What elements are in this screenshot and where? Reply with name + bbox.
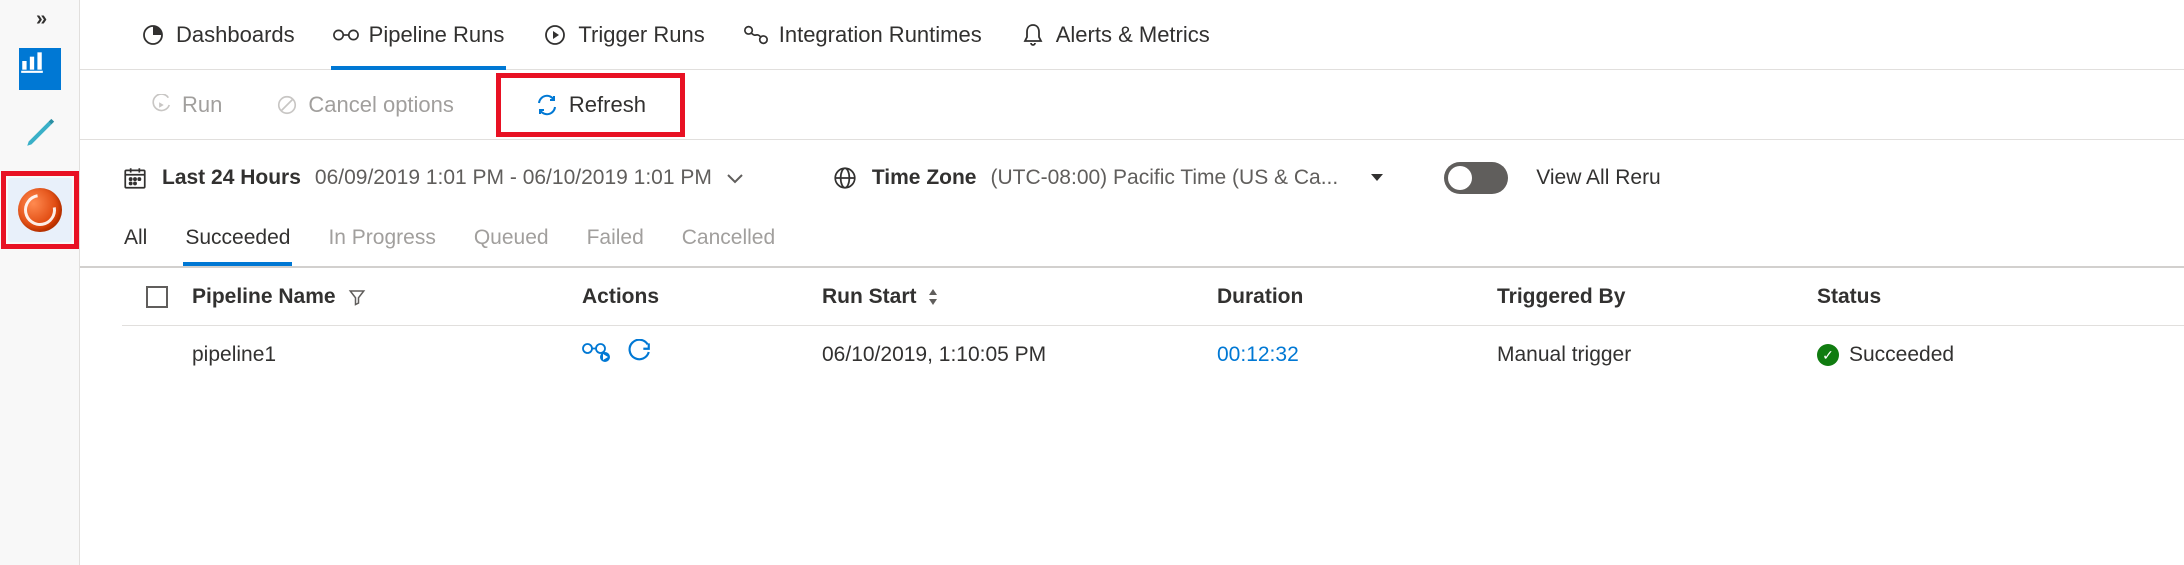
view-run-icon[interactable]	[582, 339, 612, 365]
bell-icon	[1020, 22, 1046, 48]
tab-label: Trigger Runs	[578, 22, 704, 48]
status-tab-in-progress[interactable]: In Progress	[326, 216, 437, 266]
success-icon: ✓	[1817, 344, 1839, 366]
filter-icon[interactable]	[348, 288, 366, 306]
pencil-icon	[23, 116, 57, 150]
expand-icon[interactable]: »	[36, 8, 43, 31]
refresh-highlight: Refresh	[496, 73, 685, 137]
tab-alerts-metrics[interactable]: Alerts & Metrics	[1018, 12, 1212, 70]
tab-label: Alerts & Metrics	[1056, 22, 1210, 48]
status-tab-queued[interactable]: Queued	[472, 216, 551, 266]
select-all-checkbox[interactable]	[146, 286, 168, 308]
cancel-label: Cancel options	[308, 92, 454, 118]
pipeline-icon	[333, 22, 359, 48]
time-range-value[interactable]: 06/09/2019 1:01 PM - 06/10/2019 1:01 PM	[315, 166, 712, 190]
chevron-down-icon[interactable]	[726, 172, 744, 184]
status-filter-tabs: All Succeeded In Progress Queued Failed …	[80, 216, 2184, 268]
sidebar-item-monitor-highlight	[1, 171, 79, 249]
status-cell: Succeeded	[1849, 343, 1954, 367]
tab-label: Pipeline Runs	[369, 22, 505, 48]
sidebar-item-author[interactable]	[14, 107, 66, 159]
status-tab-all[interactable]: All	[122, 216, 149, 266]
col-status[interactable]: Status	[1817, 285, 2017, 309]
cancel-icon	[276, 94, 298, 116]
dashboard-icon	[140, 22, 166, 48]
run-button[interactable]: Run	[138, 84, 234, 126]
globe-icon[interactable]	[832, 165, 858, 191]
sidebar-item-overview[interactable]	[14, 43, 66, 95]
time-range-label: Last 24 Hours	[162, 166, 301, 190]
tab-dashboards[interactable]: Dashboards	[138, 12, 297, 70]
refresh-icon	[150, 94, 172, 116]
monitor-tabs: Dashboards Pipeline Runs Trigger Runs In…	[80, 0, 2184, 70]
rerun-icon[interactable]	[626, 339, 652, 365]
col-actions: Actions	[582, 285, 822, 309]
sidebar-item-monitor[interactable]	[8, 178, 72, 242]
cancel-options-button[interactable]: Cancel options	[264, 84, 466, 126]
gauge-icon	[18, 188, 62, 232]
tab-integration-runtimes[interactable]: Integration Runtimes	[741, 12, 984, 70]
integration-icon	[743, 22, 769, 48]
sort-icon[interactable]	[927, 288, 939, 306]
runs-table: Pipeline Name Actions Run Start Duration…	[80, 268, 2184, 384]
col-run-start[interactable]: Run Start	[822, 285, 917, 309]
action-toolbar: Run Cancel options Refresh	[80, 70, 2184, 140]
tab-label: Dashboards	[176, 22, 295, 48]
col-triggered-by[interactable]: Triggered By	[1497, 285, 1817, 309]
table-row[interactable]: pipeline1 06/10/2019, 1:10:05 PM 00:12:3…	[122, 326, 2184, 384]
duration-cell[interactable]: 00:12:32	[1217, 343, 1299, 366]
filter-bar: Last 24 Hours 06/09/2019 1:01 PM - 06/10…	[80, 140, 2184, 216]
tab-label: Integration Runtimes	[779, 22, 982, 48]
calendar-icon[interactable]	[122, 165, 148, 191]
timezone-label: Time Zone	[872, 166, 977, 190]
play-circle-icon	[542, 22, 568, 48]
refresh-icon	[535, 93, 559, 117]
view-all-toggle[interactable]	[1444, 162, 1508, 194]
tab-pipeline-runs[interactable]: Pipeline Runs	[331, 12, 507, 70]
timezone-value[interactable]: (UTC-08:00) Pacific Time (US & Ca...	[990, 166, 1338, 190]
caret-down-icon[interactable]	[1370, 173, 1384, 183]
left-sidebar: »	[0, 0, 80, 565]
refresh-label: Refresh	[569, 92, 646, 118]
col-pipeline-name[interactable]: Pipeline Name	[192, 285, 336, 309]
triggered-by-cell: Manual trigger	[1497, 343, 1631, 366]
view-all-label: View All Reru	[1536, 166, 1661, 190]
status-tab-cancelled[interactable]: Cancelled	[680, 216, 777, 266]
table-header: Pipeline Name Actions Run Start Duration…	[122, 268, 2184, 326]
tab-trigger-runs[interactable]: Trigger Runs	[540, 12, 706, 70]
col-duration[interactable]: Duration	[1217, 285, 1497, 309]
run-start-cell: 06/10/2019, 1:10:05 PM	[822, 343, 1046, 367]
refresh-button[interactable]: Refresh	[523, 84, 658, 126]
chart-icon	[19, 48, 61, 90]
pipeline-name-cell[interactable]: pipeline1	[192, 343, 276, 367]
status-tab-succeeded[interactable]: Succeeded	[183, 216, 292, 266]
run-label: Run	[182, 92, 222, 118]
status-tab-failed[interactable]: Failed	[585, 216, 646, 266]
